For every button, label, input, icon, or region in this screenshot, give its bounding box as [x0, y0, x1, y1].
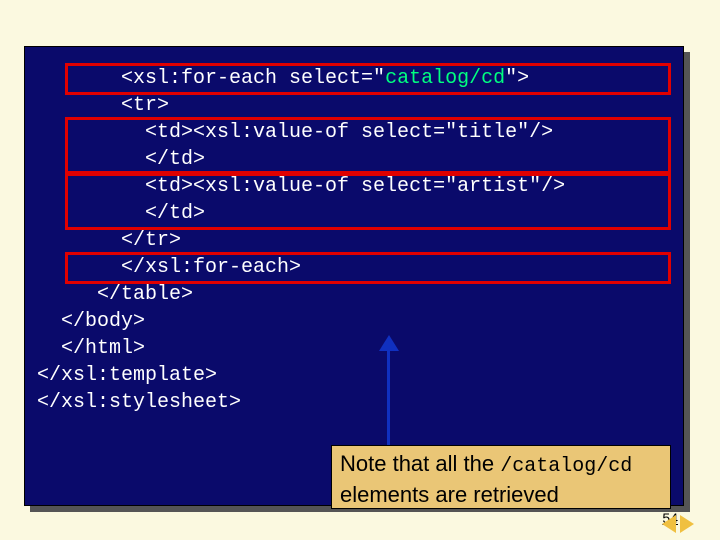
- code-line-8: </xsl:for-each>: [25, 254, 683, 281]
- annotation-note: Note that all the /catalog/cd elements a…: [331, 445, 671, 509]
- nav-arrows-icon[interactable]: [662, 510, 698, 538]
- code-line-9: </table>: [25, 281, 683, 308]
- code-line-12: </xsl:template>: [25, 362, 683, 389]
- code-line-10: </body>: [25, 308, 683, 335]
- code-line-4: </td>: [25, 146, 683, 173]
- xpath-highlight: catalog/cd: [385, 67, 505, 90]
- code-line-5: <td><xsl:value-of select="artist"/>: [25, 173, 683, 200]
- note-text-a: Note that all the: [340, 451, 500, 476]
- note-text-b: elements are retrieved: [340, 482, 559, 507]
- note-path: /catalog/cd: [500, 455, 632, 478]
- code-line-6: </td>: [25, 200, 683, 227]
- code-line-11: </html>: [25, 335, 683, 362]
- code-line-14: </xsl:stylesheet>: [25, 389, 683, 416]
- code-line-1: <xsl:for-each select="catalog/cd">: [25, 65, 683, 92]
- arrow-head-icon: [379, 335, 399, 351]
- code-line-2: <tr>: [25, 92, 683, 119]
- code-line-7: </tr>: [25, 227, 683, 254]
- code-block: <xsl:for-each select="catalog/cd"> <tr> …: [24, 46, 684, 506]
- code-line-3: <td><xsl:value-of select="title"/>: [25, 119, 683, 146]
- arrow-line: [387, 347, 390, 445]
